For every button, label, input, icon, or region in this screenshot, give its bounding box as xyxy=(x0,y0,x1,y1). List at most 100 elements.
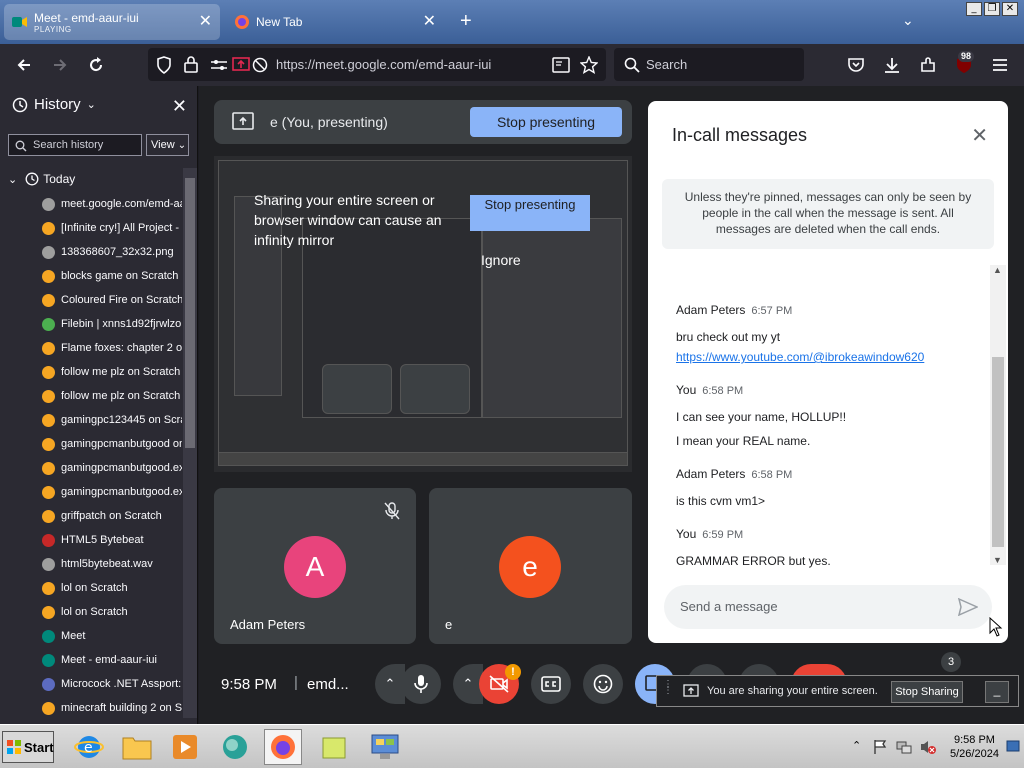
new-tab-plus-icon[interactable]: + xyxy=(460,10,472,33)
history-item[interactable]: gamingpc123445 on Scratch xyxy=(0,408,182,432)
history-item[interactable]: [Infinite cry!] All Project - Sc xyxy=(0,216,182,240)
chat-message: Adam Peters 6:57 PM bru check out my yt h… xyxy=(676,303,976,367)
autoplay-blocked-icon[interactable] xyxy=(252,57,268,73)
shield-icon[interactable] xyxy=(156,56,172,74)
history-item[interactable]: Flame foxes: chapter 2 on Sc xyxy=(0,336,182,360)
tray-expand-icon[interactable]: ⌃ xyxy=(852,739,861,752)
permissions-icon[interactable] xyxy=(210,58,228,72)
minimize-icon[interactable]: _ xyxy=(966,2,982,16)
internet-explorer-icon[interactable]: e xyxy=(70,729,108,765)
history-item[interactable]: follow me plz on Scratch xyxy=(0,360,182,384)
reactions-button[interactable] xyxy=(583,664,623,704)
show-desktop-icon[interactable] xyxy=(1006,739,1020,753)
captions-button[interactable] xyxy=(531,664,571,704)
search-bar[interactable]: Search xyxy=(614,48,804,81)
taskbar-clock[interactable]: 9:58 PM 5/26/2024 xyxy=(950,733,999,761)
send-icon[interactable] xyxy=(958,598,978,616)
volume-muted-icon[interactable] xyxy=(920,739,936,755)
history-item-label: gamingpc123445 on Scratch xyxy=(61,414,182,426)
stop-presenting-button[interactable]: Stop presenting xyxy=(470,107,622,137)
participant-tile-adam[interactable]: A Adam Peters xyxy=(214,488,416,644)
history-group-today[interactable]: ⌄ Today xyxy=(8,172,75,186)
tab-meet[interactable]: Meet - emd-aaur-iui PLAYING ✕ xyxy=(4,4,220,40)
avatar: e xyxy=(499,536,561,598)
scrollbar-thumb[interactable] xyxy=(185,178,195,448)
downloads-icon[interactable] xyxy=(882,55,902,75)
action-center-flag-icon[interactable] xyxy=(872,739,888,755)
ignore-button[interactable]: Ignore xyxy=(481,252,521,268)
sidebar-header[interactable]: History ⌄ xyxy=(12,96,96,113)
start-button[interactable]: Start xyxy=(2,731,54,763)
start-label: Start xyxy=(24,739,54,755)
history-item[interactable]: griffpatch on Scratch xyxy=(0,504,182,528)
history-item[interactable]: gamingpcmanbutgood.exe xyxy=(0,456,182,480)
history-item[interactable]: Meet - emd-aaur-iui xyxy=(0,648,182,672)
reader-view-icon[interactable] xyxy=(552,57,570,73)
history-item[interactable]: Coloured Fire on Scratch xyxy=(0,288,182,312)
message-input[interactable]: Send a message xyxy=(664,585,992,629)
control-panel-icon[interactable] xyxy=(366,729,404,765)
history-item[interactable]: Meet xyxy=(0,624,182,648)
history-item-label: Meet - emd-aaur-iui xyxy=(61,654,157,666)
sticky-notes-icon[interactable] xyxy=(316,729,354,765)
message-link[interactable]: https://www.youtube.com/@ibrokeawindow62… xyxy=(676,350,924,364)
stop-sharing-button[interactable]: Stop Sharing xyxy=(891,681,963,703)
media-player-icon[interactable] xyxy=(166,729,204,765)
history-sidebar: History ⌄ ✕ Search history View ⌄ ⌄ Toda… xyxy=(0,86,198,724)
history-item[interactable]: lol on Scratch xyxy=(0,576,182,600)
history-item[interactable]: blocks game on Scratch xyxy=(0,264,182,288)
history-item[interactable]: Microcock .NET Assport: xyxy=(0,672,182,696)
history-search-input[interactable]: Search history xyxy=(8,134,142,156)
mic-button[interactable] xyxy=(401,664,441,704)
history-item[interactable]: Filebin | xnns1d92fjrwlzo xyxy=(0,312,182,336)
history-item[interactable]: follow me plz on Scratch xyxy=(0,384,182,408)
pocket-icon[interactable] xyxy=(846,55,866,75)
message-text: GRAMMAR ERROR but yes. xyxy=(676,554,831,568)
network-icon[interactable] xyxy=(896,739,912,755)
screen-share-indicator-icon[interactable] xyxy=(232,57,250,73)
chat-app-icon[interactable] xyxy=(216,729,254,765)
scrollbar-thumb[interactable] xyxy=(992,357,1004,547)
close-icon[interactable]: ✕ xyxy=(971,123,988,148)
url-bar[interactable]: https://meet.google.com/emd-aaur-iui xyxy=(148,48,606,81)
tab-close-icon[interactable]: ✕ xyxy=(199,14,212,30)
lock-icon[interactable] xyxy=(184,56,198,73)
participant-tile-e[interactable]: e e xyxy=(429,488,632,644)
hamburger-menu-icon[interactable] xyxy=(990,55,1010,75)
history-item[interactable]: gamingpcmanbutgood on Sc xyxy=(0,432,182,456)
message-time: 6:59 PM xyxy=(702,529,744,541)
scroll-up-icon[interactable]: ▲ xyxy=(993,265,1002,275)
warning-stop-presenting-button[interactable]: Stop presenting xyxy=(470,195,590,231)
tab-close-icon[interactable]: ✕ xyxy=(423,14,436,30)
history-item[interactable]: HTML5 Bytebeat xyxy=(0,528,182,552)
scroll-down-icon[interactable]: ▼ xyxy=(993,555,1002,565)
view-dropdown[interactable]: View ⌄ xyxy=(146,134,189,156)
minimize-bar-icon[interactable]: _ xyxy=(985,681,1009,703)
history-item[interactable]: gamingpcmanbutgood.exe xyxy=(0,480,182,504)
forward-arrow-icon[interactable] xyxy=(50,55,70,75)
history-item[interactable]: minecraft building 2 on Scr xyxy=(0,696,182,718)
tab-list-chevron-icon[interactable]: ⌄ xyxy=(902,12,914,29)
back-arrow-icon[interactable] xyxy=(14,55,34,75)
bookmark-star-icon[interactable] xyxy=(580,56,598,74)
history-item[interactable]: meet.google.com/emd-aaur-iui xyxy=(0,192,182,216)
sidebar-scrollbar[interactable] xyxy=(183,168,197,718)
file-explorer-icon[interactable] xyxy=(118,729,156,765)
close-icon[interactable]: ✕ xyxy=(172,96,187,117)
firefox-taskbar-icon[interactable] xyxy=(264,729,302,765)
microphone-icon xyxy=(413,674,429,694)
close-window-icon[interactable]: ✕ xyxy=(1002,2,1018,16)
reload-icon[interactable] xyxy=(86,55,106,75)
url-text[interactable]: https://meet.google.com/emd-aaur-iui xyxy=(276,57,491,72)
history-item[interactable]: 138368607_32x32.png xyxy=(0,240,182,264)
history-item[interactable]: html5bytebeat.wav xyxy=(0,552,182,576)
history-item-label: meet.google.com/emd-aaur-iui xyxy=(61,198,182,210)
restore-icon[interactable]: ❐ xyxy=(984,2,1000,16)
tab-new-tab[interactable]: New Tab ✕ xyxy=(226,4,444,40)
windows-logo-icon xyxy=(6,739,22,755)
history-item[interactable]: lol on Scratch xyxy=(0,600,182,624)
extensions-icon[interactable] xyxy=(918,55,938,75)
drag-handle-icon[interactable]: ⋮ ⋮ xyxy=(663,680,673,696)
chat-scrollbar[interactable]: ▲ ▼ xyxy=(990,265,1006,565)
history-item-label: follow me plz on Scratch xyxy=(61,366,181,378)
